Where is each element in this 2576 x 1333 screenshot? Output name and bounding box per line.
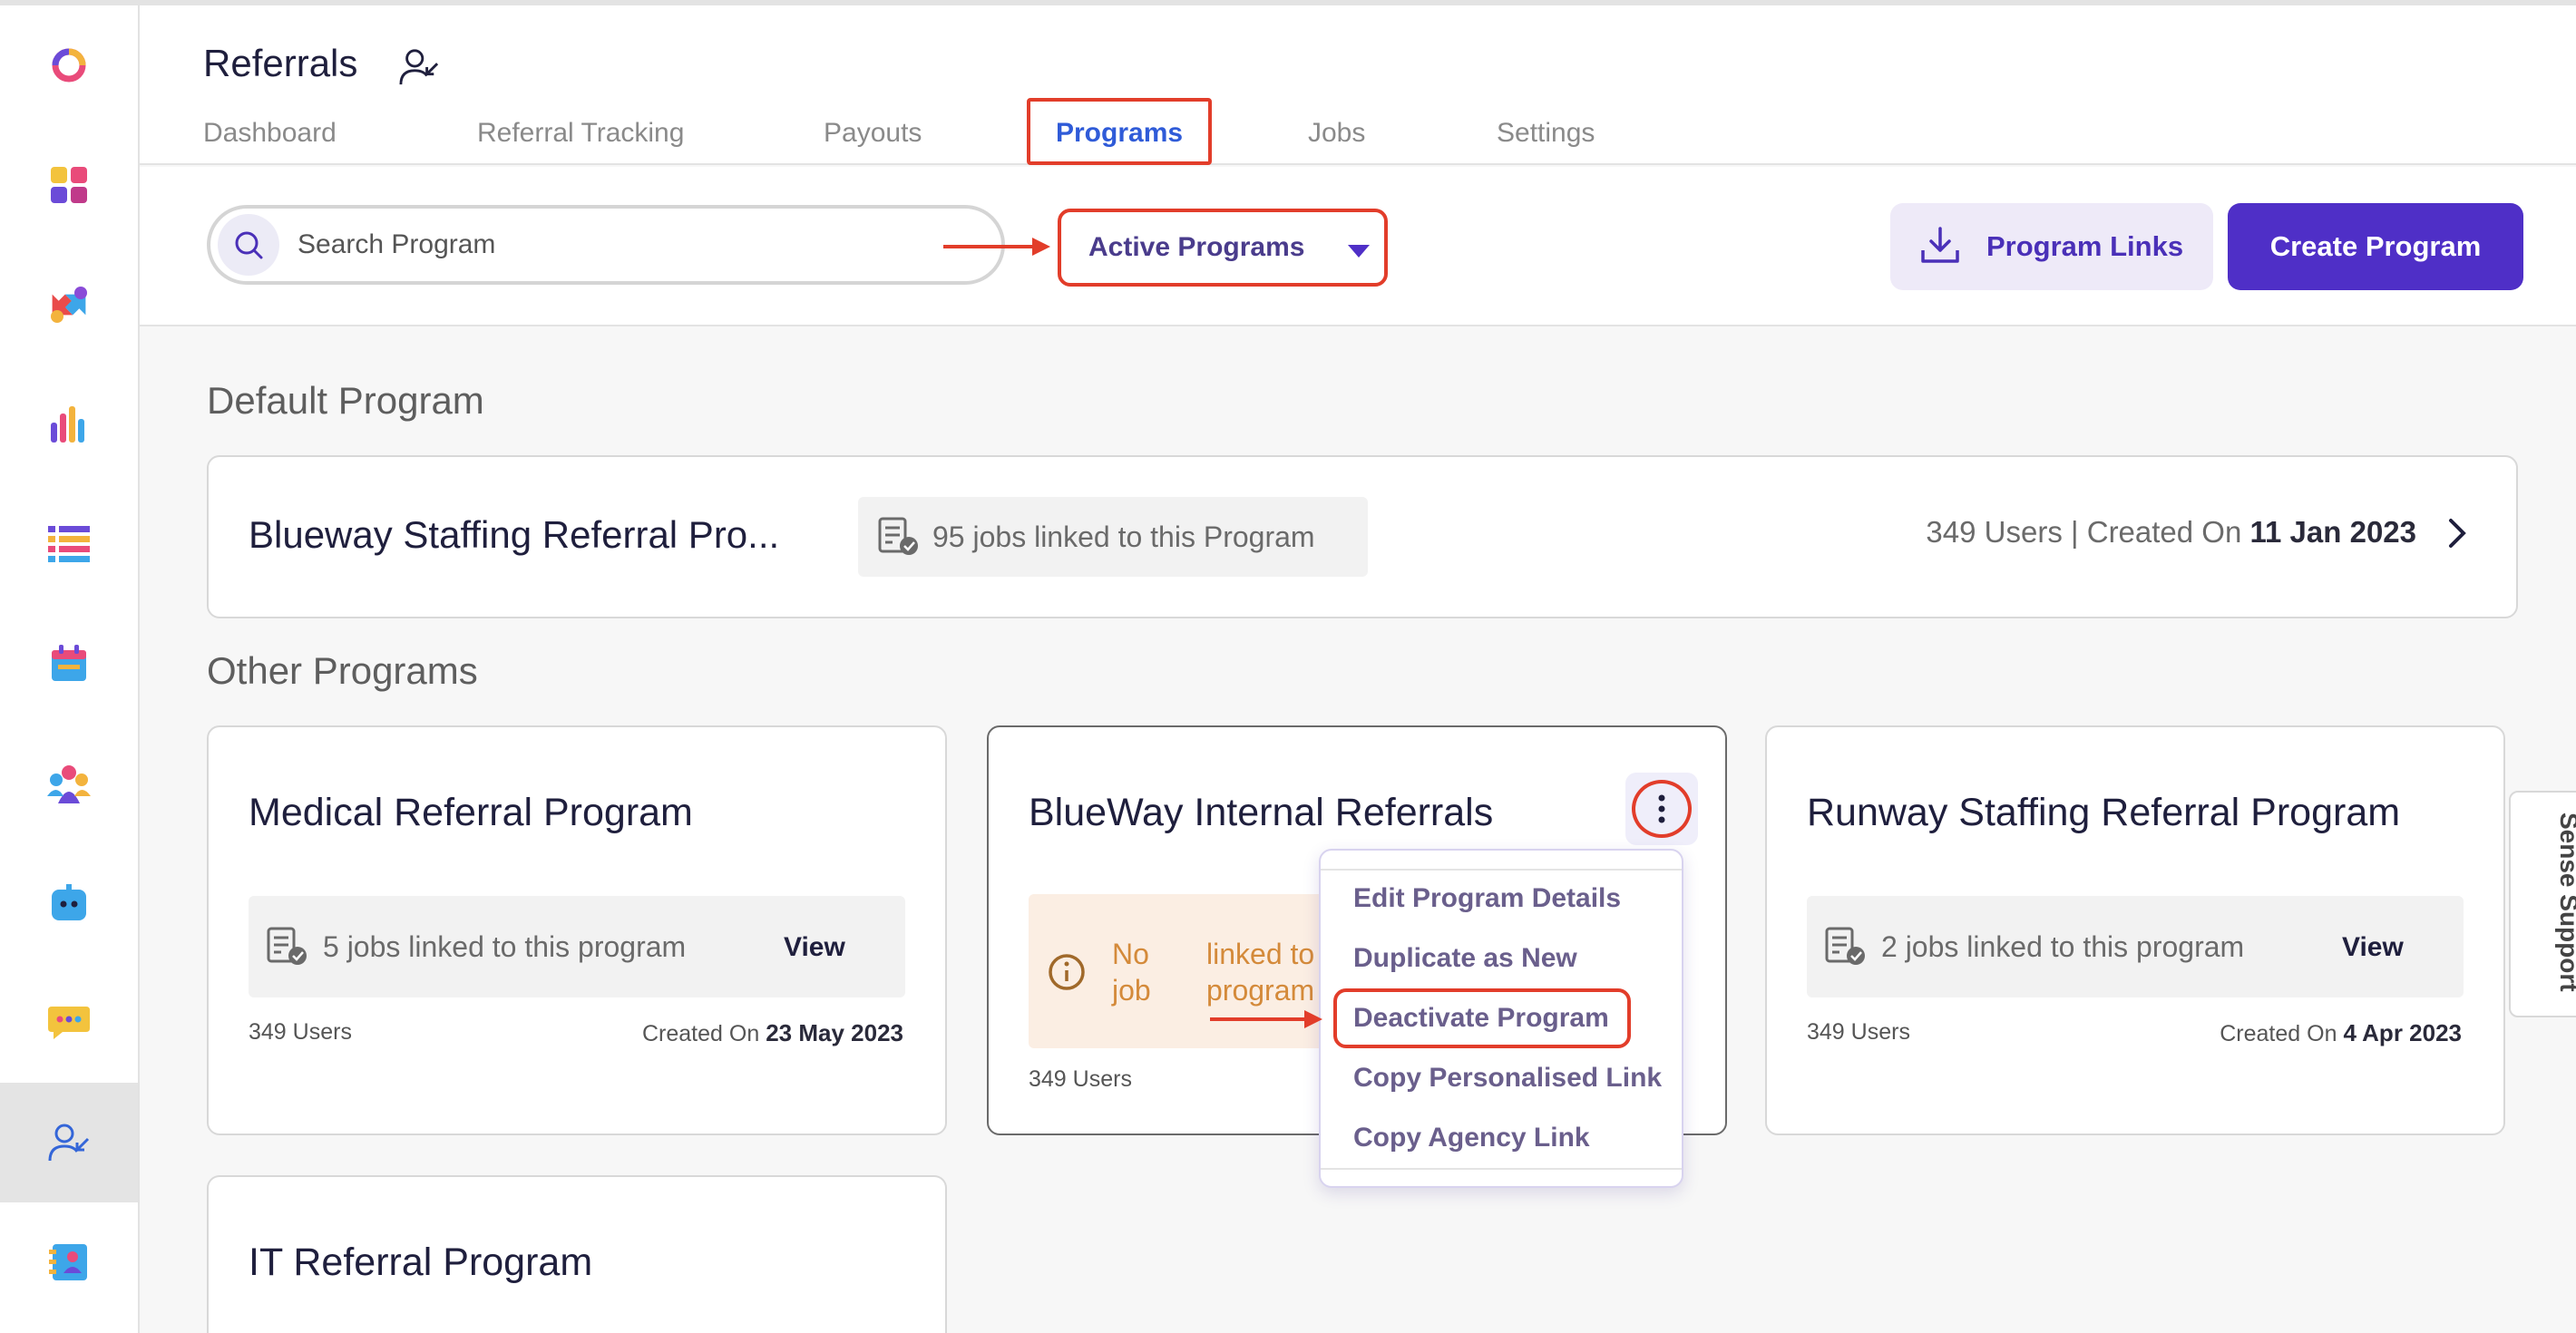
program-status-filter[interactable]: Active Programs <box>1058 209 1388 287</box>
view-jobs-link[interactable]: View <box>2342 932 2404 963</box>
program-card-it[interactable]: IT Referral Program <box>207 1175 947 1333</box>
page-header: Referrals Dashboard Referral Tracking Pa… <box>140 5 2576 165</box>
list-icon[interactable] <box>0 484 138 604</box>
arrows-exchange-icon[interactable] <box>0 245 138 365</box>
tab-jobs[interactable]: Jobs <box>1308 118 1365 149</box>
program-links-button[interactable]: Program Links <box>1890 203 2213 290</box>
tab-payouts[interactable]: Payouts <box>824 118 922 149</box>
program-name: BlueWay Internal Referrals <box>1029 791 1494 834</box>
info-icon <box>1049 954 1085 990</box>
support-tab[interactable]: Sense Support <box>2509 791 2576 1017</box>
document-check-icon <box>267 927 307 965</box>
sidebar <box>0 5 140 1333</box>
created-date: 4 Apr 2023 <box>2343 1019 2462 1046</box>
program-links-label: Program Links <box>1986 230 2184 262</box>
jobs-linked-text: 95 jobs linked to this Program <box>932 521 1315 553</box>
filter-selected-value: Active Programs <box>1088 232 1305 262</box>
default-program-card[interactable]: Blueway Staffing Referral Pro... 95 jobs… <box>207 455 2518 618</box>
program-name: IT Referral Program <box>249 1241 593 1284</box>
bar-chart-icon[interactable] <box>0 365 138 484</box>
users-count: 349 Users <box>249 1019 352 1045</box>
users-created-label: 349 Users | Created On <box>1926 515 2242 549</box>
referral-icon <box>399 47 439 92</box>
chevron-right-icon[interactable] <box>2447 515 2469 551</box>
download-icon <box>1921 227 1959 263</box>
search-input[interactable] <box>298 221 932 268</box>
app-logo-icon[interactable] <box>0 5 138 125</box>
created-info: Created On 23 May 2023 <box>642 1019 903 1047</box>
view-jobs-link[interactable]: View <box>784 932 845 963</box>
jobs-linked-badge: 2 jobs linked to this program View <box>1807 896 2464 997</box>
created-label: Created On <box>642 1021 760 1046</box>
calendar-icon[interactable] <box>0 604 138 724</box>
tab-settings[interactable]: Settings <box>1497 118 1595 149</box>
contacts-icon[interactable] <box>0 1202 138 1322</box>
tab-referral-tracking[interactable]: Referral Tracking <box>477 118 684 149</box>
program-name: Runway Staffing Referral Program <box>1807 791 2401 834</box>
page-title: Referrals <box>203 42 358 84</box>
kebab-icon <box>1632 780 1692 838</box>
team-icon[interactable] <box>0 724 138 843</box>
chat-icon[interactable] <box>0 963 138 1083</box>
jobs-linked-badge: 5 jobs linked to this program View <box>249 896 905 997</box>
users-count: 349 Users <box>1029 1066 1132 1092</box>
app-root: Referrals Dashboard Referral Tracking Pa… <box>0 0 2576 1333</box>
program-meta: 349 Users | Created On 11 Jan 2023 <box>1926 515 2416 550</box>
program-name: Blueway Staffing Referral Pro... <box>249 513 780 556</box>
menu-divider <box>1321 1168 1682 1170</box>
annotation-arrow <box>1210 1010 1322 1028</box>
search-icon[interactable] <box>218 214 279 276</box>
program-card-medical[interactable]: Medical Referral Program 5 jobs linked t… <box>207 725 947 1135</box>
other-programs-heading: Other Programs <box>207 649 478 692</box>
toolbar: Active Programs Program Links Create Pro… <box>140 167 2576 326</box>
support-tab-label: Sense Support <box>2555 812 2576 992</box>
chevron-down-icon <box>1348 245 1370 258</box>
search-box[interactable] <box>207 205 1005 285</box>
created-label: Created On <box>2220 1021 2337 1046</box>
menu-item-duplicate-as-new[interactable]: Duplicate as New <box>1353 943 1577 974</box>
tab-highlight-box <box>1027 98 1212 165</box>
document-check-icon <box>1825 927 1865 965</box>
users-count: 349 Users <box>1807 1019 1910 1045</box>
jobs-linked-text: 2 jobs linked to this program <box>1881 930 2245 963</box>
document-check-icon <box>878 517 918 555</box>
created-info: Created On 4 Apr 2023 <box>2220 1019 2462 1047</box>
program-options-menu: Edit Program Details Duplicate as New De… <box>1319 849 1683 1188</box>
warning-text-part1: No job <box>1112 938 1151 1007</box>
create-program-label: Create Program <box>2269 230 2482 262</box>
menu-divider <box>1321 869 1682 871</box>
program-name: Medical Referral Program <box>249 791 693 834</box>
default-program-heading: Default Program <box>207 379 484 422</box>
created-date: 11 Jan 2023 <box>2249 515 2417 549</box>
referral-icon[interactable] <box>0 1083 138 1202</box>
menu-item-copy-agency-link[interactable]: Copy Agency Link <box>1353 1123 1590 1153</box>
program-card-runway[interactable]: Runway Staffing Referral Program 2 jobs … <box>1765 725 2505 1135</box>
tab-dashboard[interactable]: Dashboard <box>203 118 337 149</box>
jobs-linked-text: 5 jobs linked to this program <box>323 930 687 963</box>
bot-icon[interactable] <box>0 843 138 963</box>
create-program-button[interactable]: Create Program <box>2228 203 2523 290</box>
menu-item-edit-program-details[interactable]: Edit Program Details <box>1353 883 1621 914</box>
menu-item-deactivate-program[interactable]: Deactivate Program <box>1353 1003 1609 1034</box>
menu-item-copy-personalised-link[interactable]: Copy Personalised Link <box>1353 1063 1662 1094</box>
jobs-linked-badge: 95 jobs linked to this Program <box>858 497 1368 577</box>
created-date: 23 May 2023 <box>766 1019 903 1046</box>
apps-grid-icon[interactable] <box>0 125 138 245</box>
more-options-button[interactable] <box>1625 773 1698 845</box>
annotation-arrow <box>943 238 1050 256</box>
